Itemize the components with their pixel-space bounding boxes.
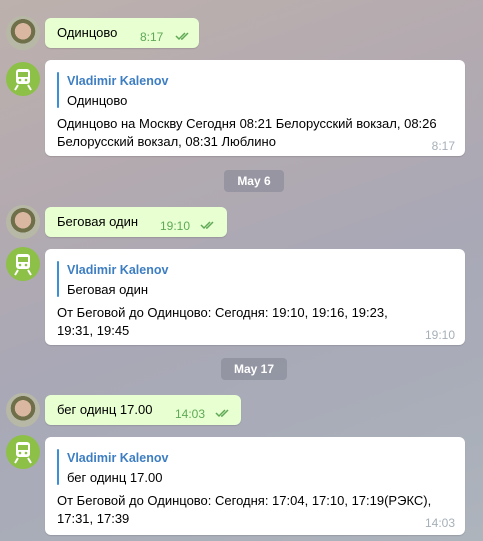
message-text: бег одинц 17.00 (57, 402, 153, 417)
message-text: От Беговой до Одинцово: Сегодня: 17:04, … (57, 493, 432, 526)
message-text: Одинцово на Москву Сегодня 08:21 Белорус… (57, 116, 437, 149)
outgoing-message[interactable]: бег одинц 17.00 14:03 (45, 395, 241, 425)
user-avatar[interactable] (6, 393, 40, 427)
outgoing-message[interactable]: Одинцово 8:17 (45, 18, 199, 48)
reply-quote-bar (57, 72, 59, 108)
reply-quote-bar (57, 261, 59, 297)
train-icon (14, 69, 32, 91)
date-separator: May 6 (224, 170, 284, 192)
message-text: Одинцово (57, 25, 118, 40)
reply-quote-bar (57, 449, 59, 485)
double-check-icon (200, 221, 214, 230)
message-text: Беговая один (57, 214, 139, 229)
train-icon (14, 254, 32, 276)
outgoing-message[interactable]: Беговая один 19:10 (45, 207, 227, 237)
bot-avatar[interactable] (6, 247, 40, 281)
message-time: 14:03 (424, 516, 455, 530)
bot-avatar[interactable] (6, 62, 40, 96)
date-separator: May 17 (221, 358, 287, 380)
incoming-message[interactable]: Vladimir Kalenov бег одинц 17.00 От Бего… (45, 437, 465, 535)
double-check-icon (175, 32, 189, 41)
incoming-message[interactable]: Vladimir Kalenov Беговая один От Беговой… (45, 249, 465, 345)
quote-author[interactable]: Vladimir Kalenov (67, 74, 168, 88)
bot-avatar[interactable] (6, 435, 40, 469)
incoming-message[interactable]: Vladimir Kalenov Одинцово Одинцово на Мо… (45, 60, 465, 156)
quote-text: Одинцово (67, 93, 128, 108)
message-time: 14:03 (175, 407, 206, 421)
message-text: От Беговой до Одинцово: Сегодня: 19:10, … (57, 305, 388, 338)
quote-author[interactable]: Vladimir Kalenov (67, 451, 168, 465)
message-time: 19:10 (160, 219, 191, 233)
quote-author[interactable]: Vladimir Kalenov (67, 263, 168, 277)
train-icon (14, 442, 32, 464)
message-time: 19:10 (424, 328, 455, 342)
user-avatar[interactable] (6, 16, 40, 50)
message-time: 8:17 (431, 139, 455, 153)
message-time: 8:17 (140, 30, 164, 44)
quote-text: бег одинц 17.00 (67, 470, 163, 485)
quote-text: Беговая один (67, 282, 149, 297)
double-check-icon (215, 409, 229, 418)
user-avatar[interactable] (6, 205, 40, 239)
